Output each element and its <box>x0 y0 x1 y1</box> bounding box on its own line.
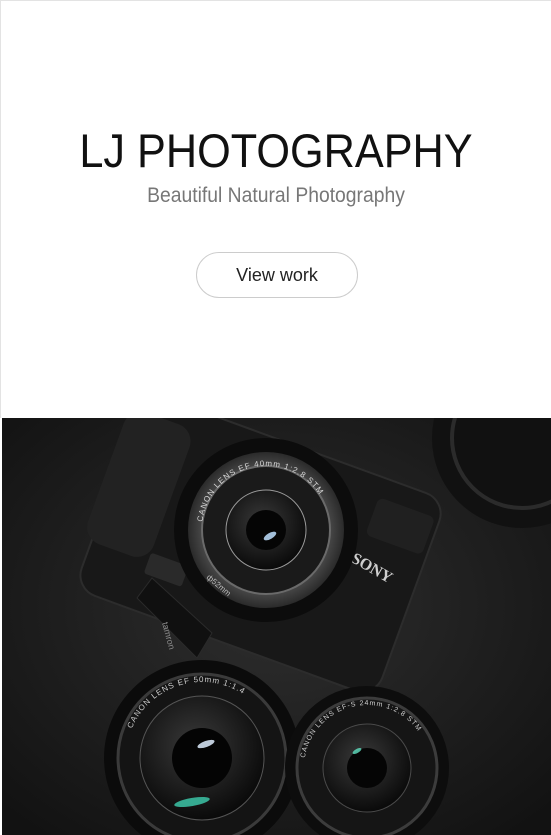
camera-lens: CANON LENS EF 40mm 1:2.8 STM ф52mm <box>174 438 358 622</box>
camera-photo: SONY CANON LENS EF 40mm 1:2.8 STM ф52mm <box>2 418 551 835</box>
page: LJ PHOTOGRAPHY Beautiful Natural Photogr… <box>0 0 551 835</box>
view-work-button[interactable]: View work <box>196 252 358 298</box>
site-title: LJ PHOTOGRAPHY <box>79 124 473 177</box>
site-tagline: Beautiful Natural Photography <box>147 184 405 207</box>
hero-section: LJ PHOTOGRAPHY Beautiful Natural Photogr… <box>0 0 551 418</box>
